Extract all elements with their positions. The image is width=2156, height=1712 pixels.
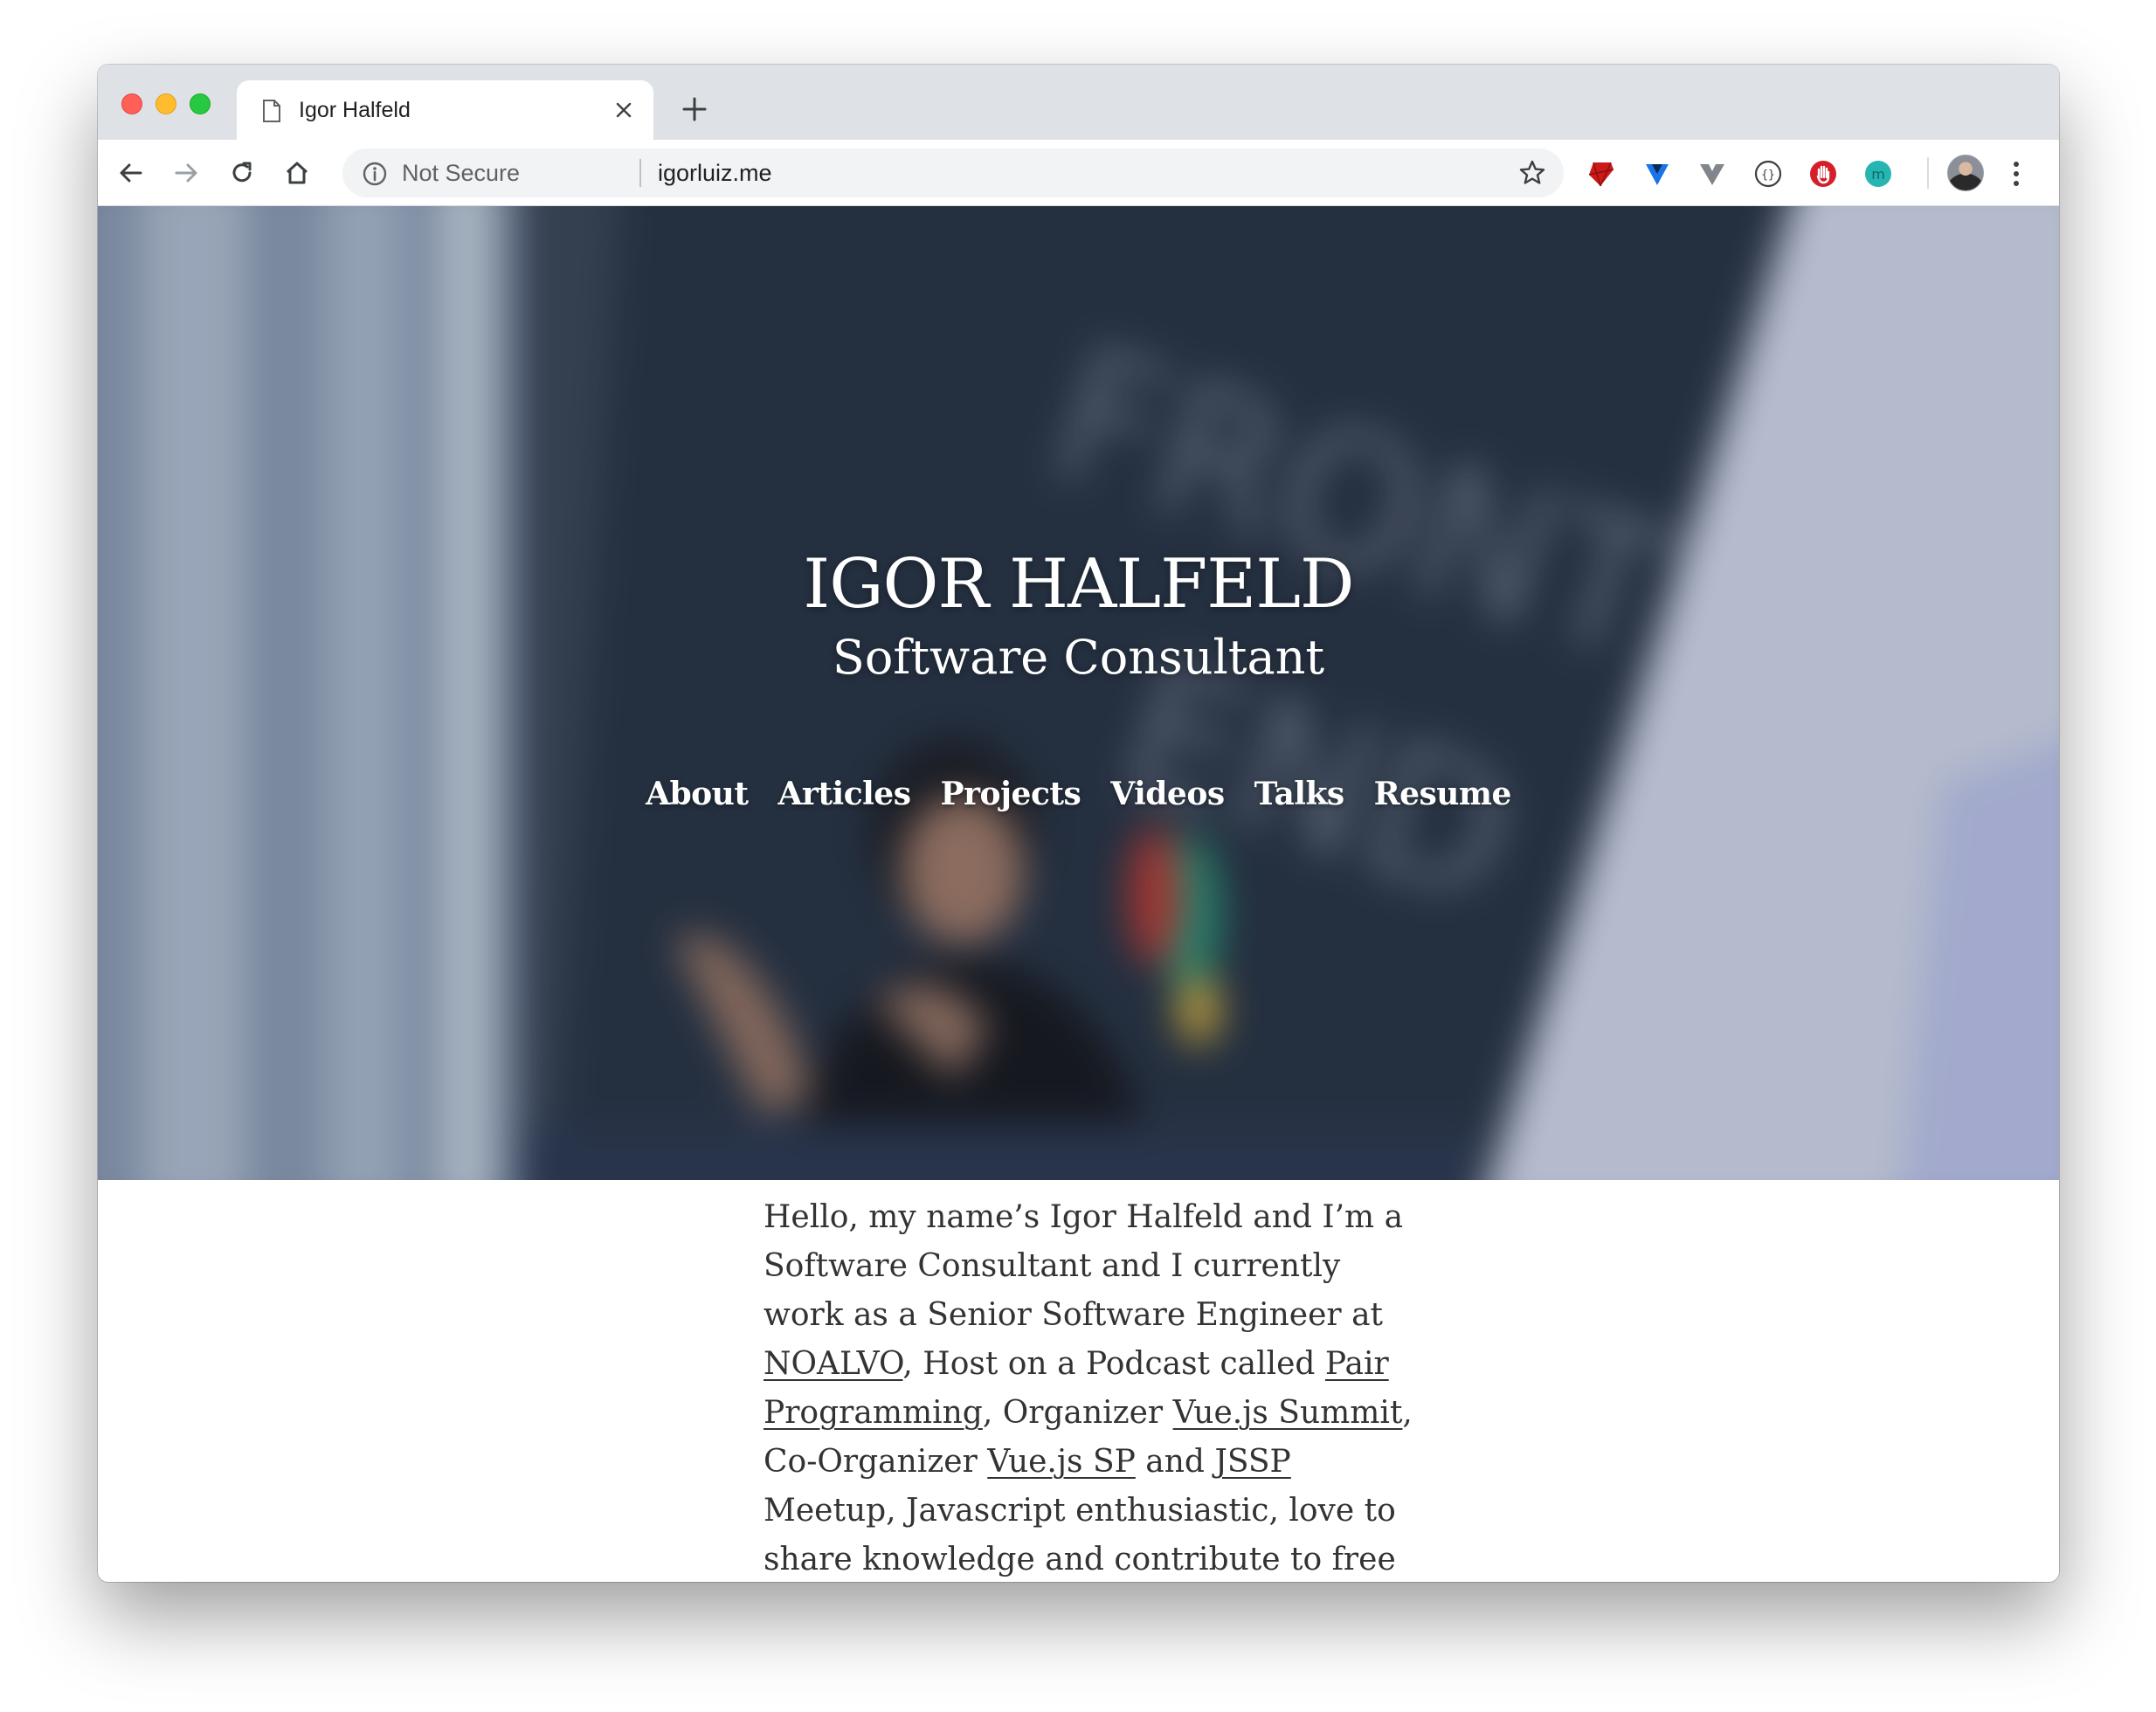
home-icon (286, 162, 308, 184)
mercury-extension-icon[interactable]: m (1863, 159, 1893, 189)
intro-text: , Organizer (982, 1395, 1173, 1431)
vuejs-sp-link[interactable]: Vue.js SP (987, 1444, 1136, 1480)
more-menu-icon[interactable] (2003, 159, 2029, 189)
toolbar-separator (1927, 157, 1929, 189)
back-button[interactable] (112, 154, 150, 192)
svg-text:m: m (1871, 166, 1885, 183)
address-bar[interactable]: Not Secure igorluiz.me (342, 148, 1564, 197)
vuejs-summit-link[interactable]: Vue.js Summit (1173, 1395, 1403, 1431)
intro-text: , Host on a Podcast called (902, 1346, 1325, 1382)
site-subtitle: Software Consultant (832, 630, 1325, 685)
close-window-button[interactable] (121, 93, 142, 114)
browser-toolbar: Not Secure igorluiz.me {} m (98, 140, 2059, 206)
hero-overlay (98, 206, 2059, 1180)
jssp-link[interactable]: JSSP (1214, 1444, 1290, 1480)
security-label[interactable]: Not Secure (402, 160, 520, 187)
intro-text: Hello, my name’s Igor Halfeld and I’m a … (764, 1199, 1404, 1333)
json-extension-icon[interactable]: {} (1753, 159, 1783, 189)
hero-section: FRONT END IGOR HALFELD Software Consulta… (98, 206, 2059, 1180)
svg-text:{}: {} (1761, 169, 1775, 182)
ublock-extension-icon[interactable] (1808, 159, 1838, 189)
home-button[interactable] (278, 154, 316, 192)
tab-strip: Igor Halfeld (98, 65, 2059, 140)
forward-button[interactable] (167, 154, 205, 192)
ruby-extension-icon[interactable] (1586, 159, 1616, 189)
nav-videos[interactable]: Videos (1110, 776, 1225, 812)
close-tab-icon[interactable] (613, 100, 634, 121)
minimize-window-button[interactable] (155, 93, 176, 114)
nav-about[interactable]: About (646, 776, 749, 812)
back-arrow-icon (120, 163, 142, 183)
intro-text: Meetup, Javascript enthusiastic, love to… (764, 1493, 1396, 1577)
page-icon (263, 100, 280, 122)
nav-resume[interactable]: Resume (1374, 776, 1512, 812)
star-icon[interactable] (1518, 159, 1546, 187)
nav-talks[interactable]: Talks (1254, 776, 1345, 812)
nav-projects[interactable]: Projects (940, 776, 1081, 812)
address-separator (639, 159, 641, 187)
vue-devtools-extension-icon[interactable] (1642, 159, 1672, 189)
noalvo-link[interactable]: NOALVO (764, 1346, 902, 1382)
new-tab-icon[interactable] (680, 94, 709, 124)
site-title: IGOR HALFELD (803, 545, 1354, 624)
web-page: FRONT END IGOR HALFELD Software Consulta… (98, 206, 2059, 1582)
url-text[interactable]: igorluiz.me (658, 160, 772, 187)
nav-articles[interactable]: Articles (777, 776, 910, 812)
browser-window: Igor Halfeld Not Secure igorluiz.me {} m… (98, 65, 2059, 1582)
profile-avatar[interactable] (1947, 155, 1984, 191)
intro-paragraph: Hello, my name’s Igor Halfeld and I’m a … (764, 1193, 1427, 1582)
reload-icon (232, 162, 252, 183)
reload-button[interactable] (223, 154, 261, 192)
tab-title: Igor Halfeld (299, 98, 411, 122)
v-extension-icon[interactable] (1697, 159, 1727, 189)
maximize-window-button[interactable] (190, 93, 211, 114)
forward-arrow-icon (175, 163, 197, 183)
info-icon[interactable] (362, 161, 388, 187)
intro-text: and (1135, 1444, 1215, 1480)
main-nav: About Articles Projects Videos Talks Res… (98, 776, 2059, 812)
tab-igor-halfeld[interactable]: Igor Halfeld (237, 80, 653, 140)
